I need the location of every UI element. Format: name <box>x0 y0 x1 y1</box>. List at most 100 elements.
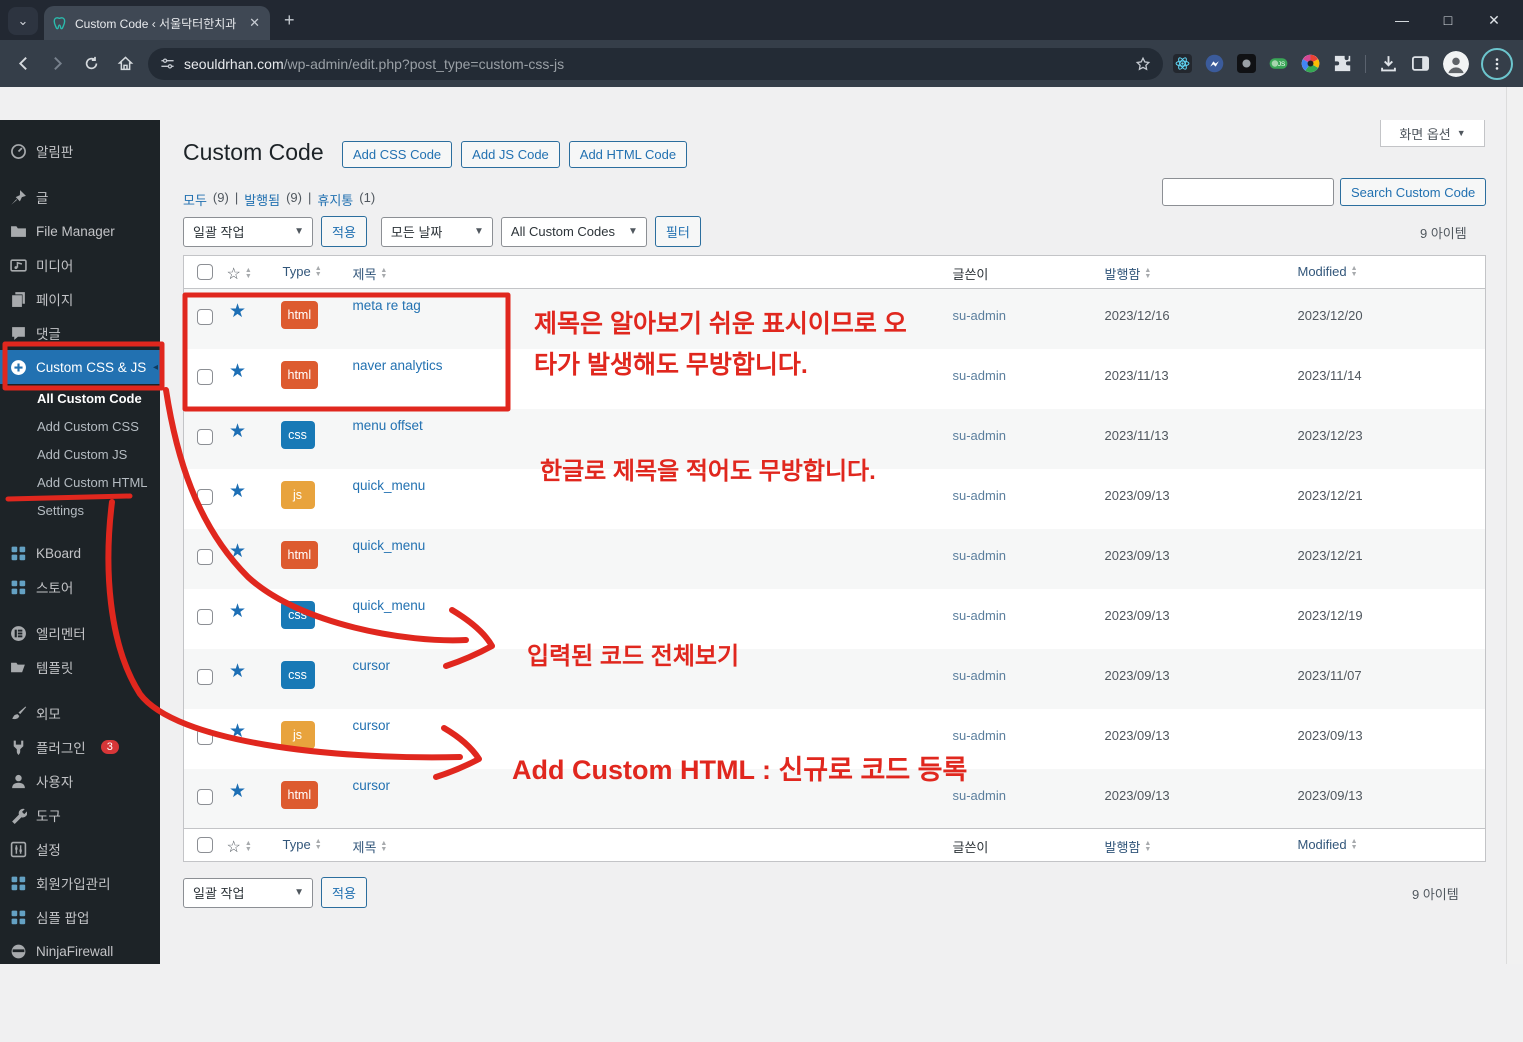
bookmark-star-icon[interactable] <box>1135 56 1151 72</box>
column-header-title[interactable]: 제목 ▲ ▼ <box>349 829 931 856</box>
add-html-code-button[interactable]: Add HTML Code <box>568 141 688 168</box>
sidebar-item-pages[interactable]: 페이지 <box>0 282 160 316</box>
browser-profile-avatar[interactable] <box>1443 50 1469 77</box>
column-header-modified[interactable]: Modified ▲ ▼ <box>1276 256 1486 279</box>
row-author-link[interactable]: su-admin <box>931 529 1006 563</box>
favorite-column-star-icon[interactable]: ☆ <box>227 264 241 284</box>
apply-button[interactable]: 적용 <box>321 877 367 908</box>
filter-button[interactable]: 필터 <box>654 216 701 247</box>
sidebar-item-templates[interactable]: 템플릿 <box>0 650 160 684</box>
tab-close-icon[interactable]: ✕ <box>247 15 262 31</box>
sidebar-item-plugins[interactable]: 플러그인 3 <box>0 730 160 764</box>
favorite-star-icon[interactable]: ★ <box>229 589 246 621</box>
browser-menu-icon[interactable] <box>1481 47 1513 80</box>
type-badge[interactable]: html <box>280 540 319 569</box>
apply-button[interactable]: 적용 <box>321 216 367 247</box>
row-author-link[interactable]: su-admin <box>931 709 1006 743</box>
column-header-type[interactable]: Type ▲ ▼ <box>259 829 349 852</box>
sidebar-item-appearance[interactable]: 외모 <box>0 696 160 730</box>
download-icon[interactable] <box>1379 54 1398 73</box>
js-extension-icon[interactable]: JS <box>1269 54 1288 73</box>
column-header-published[interactable]: 발행함 ▲ ▼ <box>1083 256 1276 283</box>
sidebar-item-dashboard[interactable]: 알림판 <box>0 134 160 168</box>
sidebar-subitem-all-custom-code[interactable]: All Custom Code <box>0 384 160 412</box>
sidebar-item-store[interactable]: 스토어 <box>0 570 160 604</box>
row-checkbox[interactable] <box>197 368 213 385</box>
react-devtools-icon[interactable] <box>1173 54 1192 73</box>
sidebar-item-tools[interactable]: 도구 <box>0 798 160 832</box>
date-filter-select[interactable]: 모든 날짜 ▼ <box>380 216 493 247</box>
row-author-link[interactable]: su-admin <box>931 289 1006 323</box>
sort-arrows-icon[interactable]: ▲ ▼ <box>245 267 252 280</box>
reload-icon[interactable] <box>74 47 108 81</box>
type-badge[interactable]: js <box>280 720 315 749</box>
column-header-type[interactable]: Type ▲ ▼ <box>259 256 349 279</box>
favorite-star-icon[interactable]: ★ <box>229 709 246 741</box>
row-title-link[interactable]: quick_menu <box>349 469 426 493</box>
row-checkbox[interactable] <box>197 728 213 745</box>
bulk-action-select[interactable]: 일괄 작업 ▼ <box>183 877 313 908</box>
home-icon[interactable] <box>108 47 142 81</box>
sidebar-item-comments[interactable]: 댓글 <box>0 316 160 350</box>
sidebar-item-file-manager[interactable]: File Manager <box>0 214 160 248</box>
screen-options-tab[interactable]: 화면 옵션 ▼ <box>1380 120 1485 147</box>
type-badge[interactable]: css <box>280 420 315 449</box>
sidebar-subitem-add-custom-css[interactable]: Add Custom CSS <box>0 412 160 440</box>
sidebar-item-posts[interactable]: 글 <box>0 180 160 214</box>
row-checkbox[interactable] <box>197 428 213 445</box>
row-checkbox[interactable] <box>197 608 213 625</box>
side-panel-icon[interactable] <box>1411 54 1430 73</box>
add-js-code-button[interactable]: Add JS Code <box>461 141 560 168</box>
row-title-link[interactable]: cursor <box>349 649 391 673</box>
row-title-link[interactable]: quick_menu <box>349 529 426 553</box>
favorite-star-icon[interactable]: ★ <box>229 529 246 561</box>
sidebar-item-simple-popup[interactable]: 심플 팝업 <box>0 900 160 934</box>
filter-link-0[interactable]: 모두 <box>183 190 207 209</box>
row-title-link[interactable]: menu offset <box>349 409 423 433</box>
column-header-title[interactable]: 제목 ▲ ▼ <box>349 256 931 283</box>
forward-icon[interactable] <box>40 47 74 81</box>
add-css-code-button[interactable]: Add CSS Code <box>342 141 453 168</box>
search-custom-code-button[interactable]: Search Custom Code <box>1340 178 1487 206</box>
favorite-star-icon[interactable]: ★ <box>229 469 246 501</box>
select-all-checkbox[interactable] <box>197 264 213 280</box>
chat-extension-icon[interactable] <box>1205 54 1224 73</box>
row-checkbox[interactable] <box>197 488 213 505</box>
sidebar-item-settings[interactable]: 설정 <box>0 832 160 866</box>
favorite-star-icon[interactable]: ★ <box>229 289 246 321</box>
address-bar[interactable]: seouldrhan.com/wp-admin/edit.php?post_ty… <box>148 47 1163 80</box>
browser-tab[interactable]: Custom Code ‹ 서울닥터한치과 ✕ <box>44 6 270 40</box>
sort-arrows-icon[interactable]: ▲ ▼ <box>245 840 252 853</box>
bulk-action-select[interactable]: 일괄 작업 ▼ <box>183 216 313 247</box>
favorite-star-icon[interactable]: ★ <box>229 649 246 681</box>
row-checkbox[interactable] <box>197 309 213 325</box>
color-wheel-extension-icon[interactable] <box>1301 54 1320 73</box>
row-title-link[interactable]: quick_menu <box>349 589 426 613</box>
row-author-link[interactable]: su-admin <box>931 469 1006 503</box>
type-badge[interactable]: css <box>280 600 315 629</box>
row-checkbox[interactable] <box>197 548 213 565</box>
tab-search-button[interactable]: ⌄ <box>8 7 38 35</box>
row-author-link[interactable]: su-admin <box>931 589 1006 623</box>
new-tab-button[interactable]: + <box>284 10 295 30</box>
column-header-modified[interactable]: Modified ▲ ▼ <box>1276 829 1486 852</box>
maximize-button[interactable]: □ <box>1425 12 1471 28</box>
favorite-star-icon[interactable]: ★ <box>229 769 246 801</box>
minimize-button[interactable]: — <box>1379 12 1425 28</box>
sidebar-item-membership[interactable]: 회원가입관리 <box>0 866 160 900</box>
favorite-star-icon[interactable]: ★ <box>229 349 246 381</box>
row-author-link[interactable]: su-admin <box>931 349 1006 383</box>
select-all-checkbox[interactable] <box>197 837 213 853</box>
column-header-published[interactable]: 발행함 ▲ ▼ <box>1083 829 1276 856</box>
row-title-link[interactable]: meta re tag <box>349 289 421 313</box>
sidebar-subitem-settings[interactable]: Settings <box>0 496 160 524</box>
type-badge[interactable]: html <box>280 301 319 329</box>
row-title-link[interactable]: naver analytics <box>349 349 443 373</box>
type-badge[interactable]: js <box>280 480 315 509</box>
sidebar-subitem-add-custom-js[interactable]: Add Custom JS <box>0 440 160 468</box>
sidebar-subitem-add-custom-html[interactable]: Add Custom HTML <box>0 468 160 496</box>
site-settings-icon[interactable] <box>160 56 175 71</box>
type-badge[interactable]: html <box>280 780 319 809</box>
extensions-puzzle-icon[interactable] <box>1333 54 1352 73</box>
sidebar-item-elementor[interactable]: 엘리멘터 <box>0 616 160 650</box>
